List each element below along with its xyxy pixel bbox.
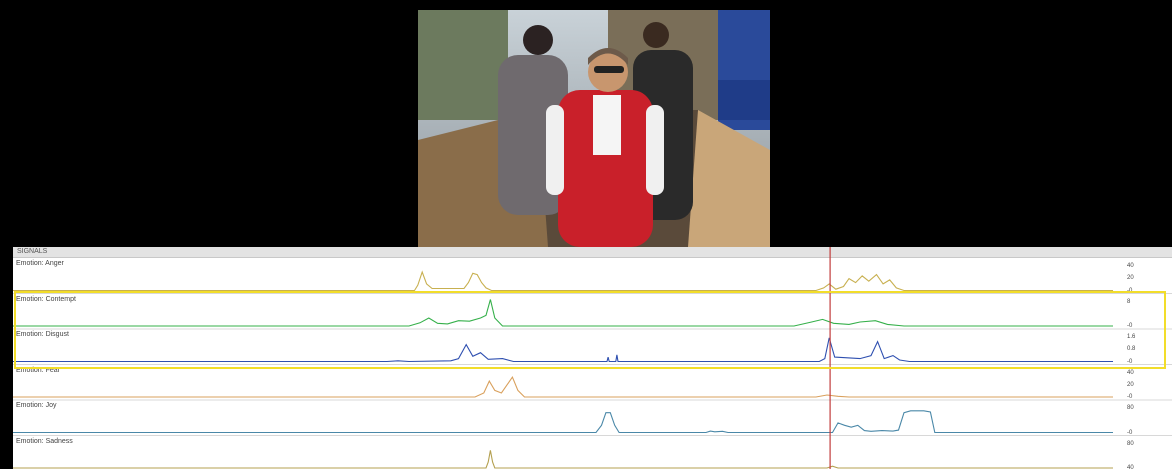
track-label: Emotion: Anger [16, 260, 64, 267]
axis-tick-label: -0 [1127, 394, 1133, 400]
axis-tick-label: 20 [1127, 275, 1134, 282]
signal-track[interactable] [13, 299, 1172, 330]
signal-line [13, 299, 1113, 327]
axis-tick-label: 8 [1127, 298, 1131, 305]
axis-tick-label: 40 [1127, 263, 1134, 269]
axis-tick-label: 80 [1127, 440, 1134, 447]
axis-tick-label: 80 [1127, 405, 1134, 411]
signal-line [13, 337, 1113, 363]
track-label: Emotion: Joy [16, 402, 57, 409]
axis-tick-label: 40 [1127, 465, 1134, 469]
signal-track[interactable] [13, 270, 1172, 294]
signals-panel-header: SIGNALS [13, 247, 1172, 258]
signal-line [13, 270, 1113, 292]
axis-tick-label: -0 [1127, 323, 1133, 329]
signal-tracks[interactable] [13, 247, 1172, 469]
signal-track[interactable] [13, 410, 1172, 436]
axis-tick-label: 20 [1127, 381, 1134, 388]
axis-tick-label: 40 [1127, 369, 1134, 376]
signal-track[interactable] [13, 337, 1172, 365]
track-label: Emotion: Disgust [16, 331, 69, 338]
video-frame[interactable] [418, 10, 770, 247]
track-label: Emotion: Fear [16, 366, 60, 374]
axis-tick-label: 1.6 [1127, 334, 1136, 340]
axis-tick-label: -0 [1127, 358, 1133, 365]
video-area [0, 0, 1172, 247]
signal-line [13, 410, 1113, 434]
track-label: Emotion: Sadness [16, 437, 73, 445]
axis-tick-label: 0.8 [1127, 346, 1136, 353]
axis-tick-label: -0 [1127, 429, 1133, 436]
signal-track[interactable] [13, 450, 1172, 469]
signal-line [13, 450, 1113, 469]
street-scene-image [418, 10, 770, 247]
signal-line [13, 375, 1113, 398]
signal-track[interactable] [13, 375, 1172, 401]
track-label: Emotion: Contempt [16, 295, 76, 303]
signals-panel-title: SIGNALS [17, 248, 48, 255]
signals-panel: SIGNALS Emotion: Anger 40 20 -0 Emotion: Con… [13, 247, 1172, 469]
axis-tick-label: -0 [1127, 287, 1133, 294]
